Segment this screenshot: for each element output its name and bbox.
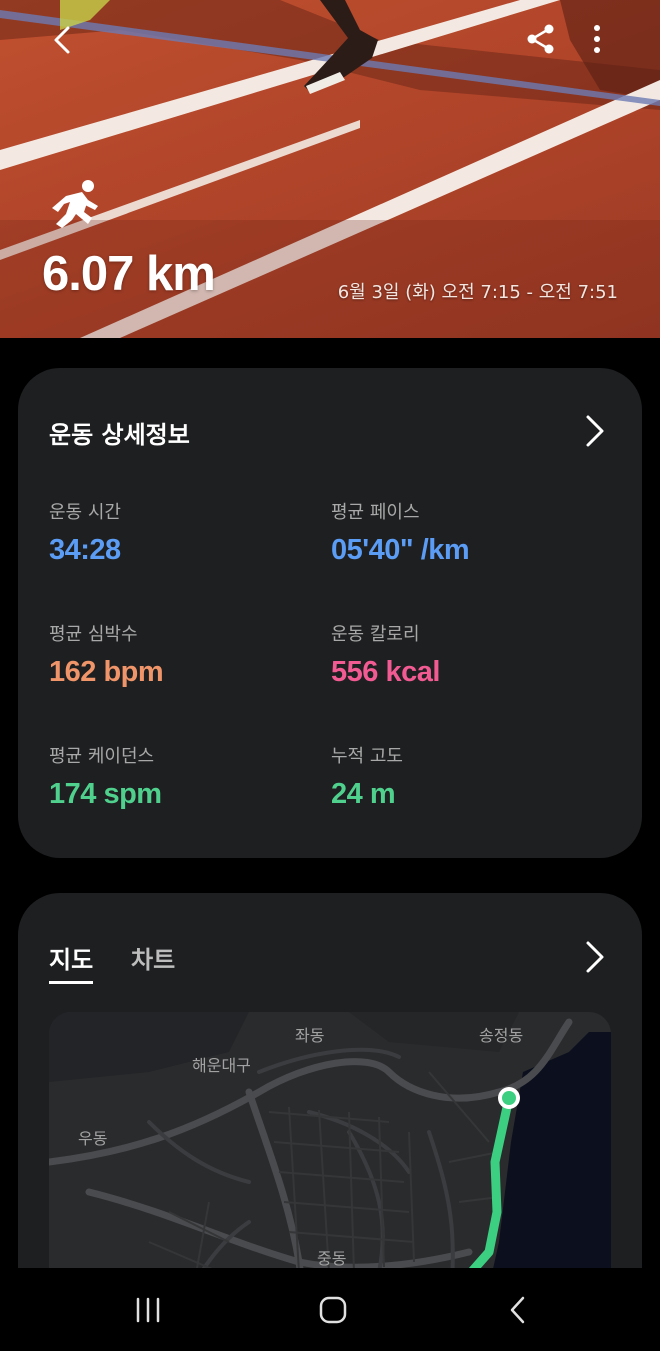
back-icon[interactable] bbox=[46, 22, 82, 58]
stat-label: 평균 페이스 bbox=[331, 502, 420, 523]
workout-details-title: 운동 상세정보 bbox=[49, 421, 190, 449]
stat-elevation-gain: 누적 고도 24 m bbox=[331, 742, 403, 811]
map-label-haeundae-gu: 해운대구 bbox=[192, 1056, 251, 1075]
stat-value: 556 kcal bbox=[331, 656, 440, 688]
more-options-icon[interactable] bbox=[584, 22, 610, 56]
stat-exercise-time: 운동 시간 34:28 bbox=[49, 498, 121, 567]
chevron-right-icon[interactable] bbox=[584, 940, 606, 974]
workout-datetime: 6월 3일 (화) 오전 7:15 - 오전 7:51 bbox=[337, 282, 618, 303]
stat-label: 운동 시간 bbox=[49, 502, 121, 523]
stat-value: 162 bpm bbox=[49, 656, 164, 688]
stat-value: 24 m bbox=[331, 778, 396, 810]
stat-label: 누적 고도 bbox=[331, 746, 403, 767]
stat-label: 평균 심박수 bbox=[49, 624, 138, 645]
stat-label: 평균 케이던스 bbox=[49, 746, 155, 767]
nav-back-icon[interactable] bbox=[498, 1292, 538, 1328]
hero-image: 6.07 km 6월 3일 (화) 오전 7:15 - 오전 7:51 bbox=[0, 0, 660, 338]
distance-value: 6.07 km bbox=[42, 247, 216, 301]
stat-average-pace: 평균 페이스 05'40" /km bbox=[331, 498, 470, 567]
map-label-jung-dong: 중동 bbox=[317, 1249, 347, 1268]
stat-label: 운동 칼로리 bbox=[331, 624, 420, 645]
stat-value: 34:28 bbox=[49, 534, 121, 566]
route-start-marker bbox=[498, 1087, 520, 1109]
stat-value: 174 spm bbox=[49, 778, 162, 810]
tab-map[interactable]: 지도 bbox=[49, 940, 94, 984]
workout-details-card[interactable]: 운동 상세정보 운동 시간 34:28 평균 페이스 05'40" /km 평균… bbox=[18, 368, 642, 858]
tab-chart[interactable]: 차트 bbox=[131, 940, 175, 975]
stat-calories: 운동 칼로리 556 kcal bbox=[331, 620, 440, 689]
map-chart-card: 지도 차트 좌동 송정동 해운대구 우동 중동 bbox=[18, 893, 642, 1313]
stat-average-cadence: 평균 케이던스 174 spm bbox=[49, 742, 162, 811]
stat-average-heart-rate: 평균 심박수 162 bpm bbox=[49, 620, 164, 689]
map-label-jwa-dong: 좌동 bbox=[295, 1026, 325, 1045]
running-icon bbox=[52, 180, 98, 228]
system-navigation-bar bbox=[0, 1268, 660, 1351]
map-label-songjeong-dong: 송정동 bbox=[479, 1026, 524, 1045]
recent-apps-icon[interactable] bbox=[128, 1292, 168, 1328]
share-icon[interactable] bbox=[524, 22, 558, 56]
map-label-u-dong: 우동 bbox=[78, 1129, 108, 1148]
stat-value: 05'40" /km bbox=[331, 534, 470, 566]
chevron-right-icon[interactable] bbox=[584, 414, 606, 448]
home-icon[interactable] bbox=[313, 1292, 353, 1328]
